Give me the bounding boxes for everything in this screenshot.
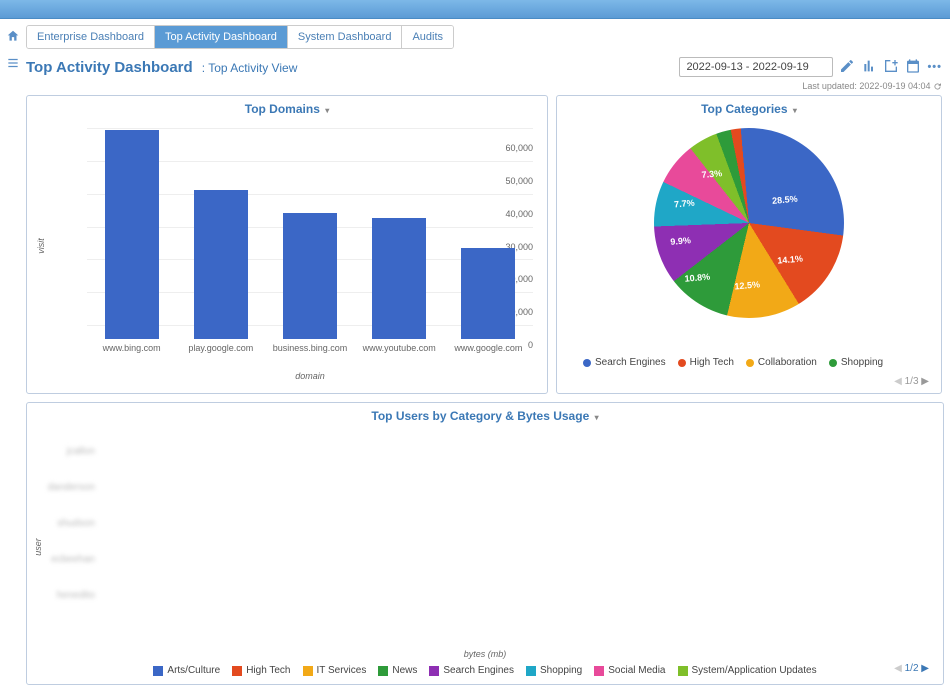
chevron-down-icon: ▾: [793, 106, 797, 115]
pie-legend: Search Engines High Tech Collaboration Shop…: [557, 353, 941, 374]
legend-item[interactable]: IT Services: [303, 665, 367, 676]
pie-slice-label: 7.3%: [701, 168, 722, 180]
pie-slice-label: 10.8%: [684, 272, 710, 284]
legend-item[interactable]: Arts/Culture: [153, 665, 220, 676]
legend-item[interactable]: Social Media: [594, 665, 665, 676]
legend-pager: ◀ 1/3 ▶: [894, 376, 929, 387]
user-label: danderson: [39, 482, 95, 493]
add-chart-icon[interactable]: [883, 58, 899, 77]
pie-slice-label: 12.5%: [734, 279, 760, 291]
x-axis-label: bytes (mb): [27, 649, 943, 659]
page-title: Top Activity Dashboard: [26, 59, 193, 76]
edit-icon[interactable]: [839, 58, 855, 77]
home-icon[interactable]: [6, 29, 20, 46]
bar[interactable]: [194, 190, 248, 339]
x-tick: www.bing.com: [87, 343, 177, 353]
legend-item[interactable]: Shopping: [526, 665, 582, 676]
tab-system[interactable]: System Dashboard: [288, 26, 403, 48]
tab-audits[interactable]: Audits: [402, 26, 453, 48]
legend-item[interactable]: Shopping: [829, 357, 883, 368]
y-axis-label: visit: [36, 238, 46, 254]
panel-title[interactable]: Top Domains ▾: [27, 96, 547, 122]
x-axis-label: domain: [87, 371, 533, 381]
bar[interactable]: [105, 130, 159, 339]
bar[interactable]: [372, 218, 426, 339]
x-tick: www.google.com: [443, 343, 533, 353]
user-label: ecbeehan: [39, 554, 95, 565]
more-icon[interactable]: •••: [927, 61, 942, 73]
x-tick: business.bing.com: [265, 343, 355, 353]
side-nav: [0, 19, 26, 693]
legend-item[interactable]: Search Engines: [429, 665, 514, 676]
pie-slice-label: 9.9%: [670, 235, 691, 247]
prev-icon[interactable]: ◀: [894, 663, 902, 674]
top-users-panel: Top Users by Category & Bytes Usage ▾ us…: [26, 402, 944, 685]
legend-item[interactable]: Collaboration: [746, 357, 817, 368]
panel-title[interactable]: Top Categories ▾: [557, 96, 941, 122]
tab-enterprise[interactable]: Enterprise Dashboard: [27, 26, 155, 48]
top-categories-panel: Top Categories ▾ 28.5% 14.1% 12.5% 10.8% 9.9…: [556, 95, 942, 394]
legend-pager: ◀ 1/2 ▶: [894, 663, 929, 674]
tab-bar: Enterprise DashboardTop Activity Dashboa…: [26, 25, 454, 49]
refresh-icon[interactable]: [933, 81, 942, 91]
x-tick: www.youtube.com: [354, 343, 444, 353]
toolbar: •••: [679, 57, 942, 77]
app-header-bar: [0, 0, 950, 19]
bar[interactable]: [283, 213, 337, 340]
legend-item[interactable]: High Tech: [678, 357, 734, 368]
panel-title[interactable]: Top Users by Category & Bytes Usage ▾: [27, 403, 943, 429]
chart-settings-icon[interactable]: [861, 58, 877, 77]
pie-slice-label: 7.7%: [674, 198, 695, 210]
user-label: henedito: [39, 590, 95, 601]
chevron-down-icon: ▾: [595, 413, 599, 422]
pie-slice-label: 14.1%: [777, 254, 803, 266]
x-tick: play.google.com: [176, 343, 266, 353]
last-updated: Last updated: 2022-09-19 04:04: [26, 81, 942, 91]
next-icon[interactable]: ▶: [921, 663, 929, 674]
legend-item[interactable]: News: [378, 665, 417, 676]
list-icon[interactable]: [6, 56, 20, 73]
chevron-down-icon: ▾: [325, 106, 329, 115]
user-label: jcallon: [39, 446, 95, 457]
user-label: shudson: [39, 518, 95, 529]
top-categories-chart: 28.5% 14.1% 12.5% 10.8% 9.9% 7.7% 7.3%: [646, 120, 852, 326]
top-domains-chart: visit domain 010,00020,00030,00040,00050…: [87, 128, 533, 353]
top-users-chart: user jcallondandersonshudsonecbeehanhene…: [107, 437, 913, 647]
top-domains-panel: Top Domains ▾ visit domain 010,00020,000…: [26, 95, 548, 394]
users-legend: ◀ 1/2 ▶ Arts/Culture High Tech IT Services…: [27, 659, 943, 684]
legend-item[interactable]: Search Engines: [583, 357, 666, 368]
next-icon[interactable]: ▶: [921, 376, 929, 387]
legend-item[interactable]: System/Application Updates: [678, 665, 817, 676]
tab-top-activity[interactable]: Top Activity Dashboard: [155, 26, 288, 48]
schedule-icon[interactable]: [905, 58, 921, 77]
pie-slice-label: 28.5%: [772, 194, 798, 206]
page-subtitle: : Top Activity View: [202, 61, 298, 75]
prev-icon[interactable]: ◀: [894, 376, 902, 387]
bar[interactable]: [461, 248, 515, 339]
legend-item[interactable]: High Tech: [232, 665, 290, 676]
date-range-input[interactable]: [679, 57, 833, 77]
